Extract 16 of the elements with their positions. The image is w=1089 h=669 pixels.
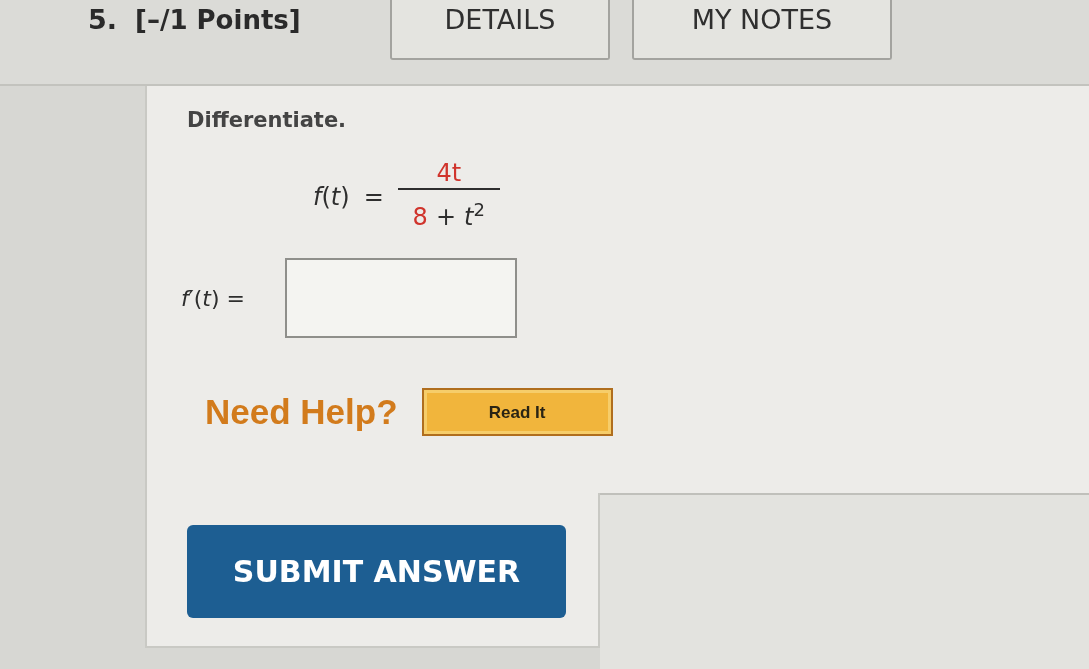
- help-label: Need Help?: [205, 391, 398, 433]
- submit-answer-button[interactable]: SUBMIT ANSWER: [187, 525, 566, 618]
- read-it-button[interactable]: Read It: [421, 388, 613, 437]
- math-term: t$^{2}$: [464, 202, 485, 232]
- answer-label: f′(t) =: [181, 284, 245, 313]
- function-label: f(t): [313, 182, 350, 213]
- equals-sign: =: [363, 182, 384, 213]
- header-tab-button[interactable]: MY NOTES: [632, 0, 892, 60]
- math-term: 8: [412, 202, 428, 232]
- question-prompt: Differentiate.: [187, 107, 347, 134]
- question-number: 5.: [88, 3, 118, 37]
- math-term: 4t: [436, 158, 462, 188]
- math-term: +: [435, 202, 456, 232]
- answer-box[interactable]: [285, 258, 517, 338]
- points-label: [–/1 Points]: [135, 4, 301, 37]
- header-tab-button[interactable]: DETAILS: [390, 0, 610, 60]
